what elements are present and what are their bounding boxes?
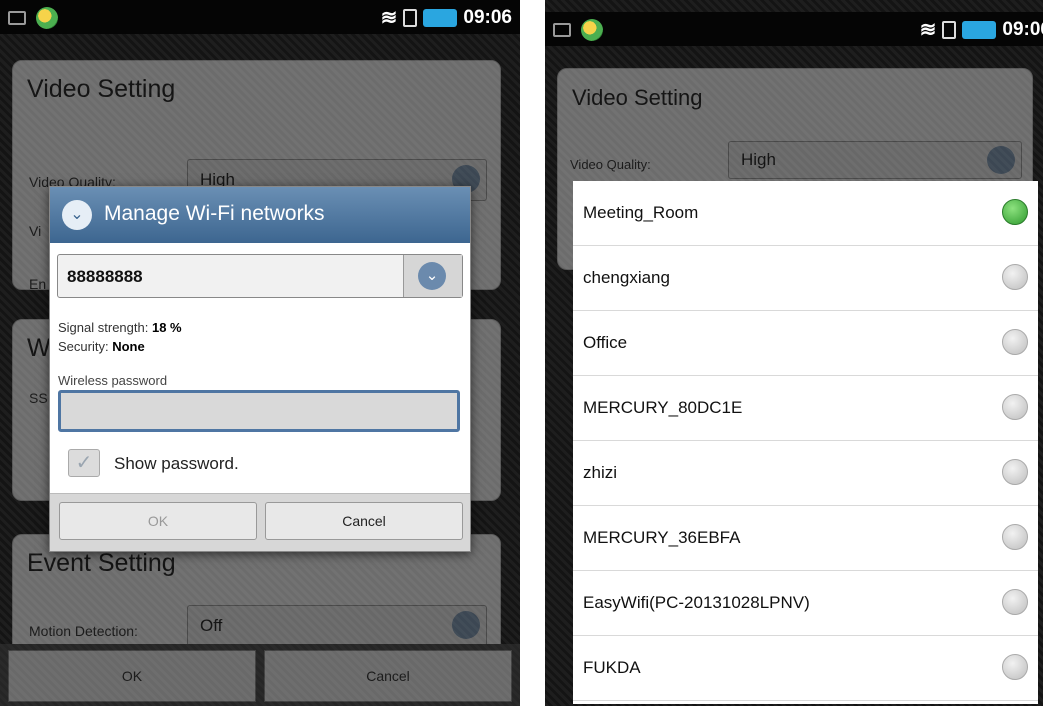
show-password-label: Show password.: [114, 454, 239, 473]
app-icon: [581, 19, 603, 41]
network-name: zhizi: [583, 463, 618, 482]
status-bar: ≋ 09:06: [545, 12, 1043, 46]
network-list-item[interactable]: chengxiang: [573, 246, 1038, 311]
video-quality-label: Video Quality:: [570, 157, 651, 172]
row-label: En: [29, 276, 47, 292]
motion-detection-select[interactable]: Off: [187, 605, 487, 647]
network-list-item[interactable]: MERCURY_36EBFA: [573, 506, 1038, 571]
network-dropdown-button[interactable]: ⌄: [403, 255, 462, 297]
network-list-item[interactable]: Meeting_Room: [573, 181, 1038, 246]
network-list: Meeting_Room chengxiang Office MERCURY_80DC…: [573, 181, 1038, 704]
radio-icon[interactable]: [1002, 264, 1028, 290]
dialog-footer: OK Cancel: [50, 493, 470, 551]
network-name: EasyWifi(PC-20131028LPNV): [583, 593, 810, 612]
card-title: Video Setting: [572, 85, 703, 110]
wifi-icon: ≋: [380, 7, 398, 29]
network-name: Office: [583, 333, 628, 352]
row-label: SS: [29, 390, 48, 406]
app-icon: [36, 7, 58, 29]
network-name: MERCURY_80DC1E: [583, 398, 743, 417]
sd-card-icon: [8, 11, 26, 25]
bottom-bar: OK Cancel: [0, 644, 520, 706]
video-quality-select[interactable]: High: [728, 141, 1022, 179]
password-input[interactable]: [58, 390, 460, 432]
battery-icon: [962, 20, 997, 39]
dialog-ok-button[interactable]: OK: [59, 502, 257, 540]
radio-icon[interactable]: [1002, 524, 1028, 550]
network-name: FUKDA: [583, 658, 641, 677]
dialog-cancel-button[interactable]: Cancel: [265, 502, 463, 540]
radio-icon[interactable]: [1002, 394, 1028, 420]
network-name: chengxiang: [583, 268, 670, 287]
radio-icon[interactable]: [1002, 654, 1028, 680]
network-list-item[interactable]: zhizi: [573, 441, 1038, 506]
radio-icon[interactable]: [1002, 329, 1028, 355]
network-name: Meeting_Room: [583, 203, 699, 222]
status-time: 09:06: [463, 6, 512, 28]
cancel-button[interactable]: Cancel: [264, 650, 512, 702]
card-title: Video Setting: [27, 75, 176, 103]
row-label: Vi: [29, 223, 42, 239]
security: Security: None: [58, 339, 145, 354]
status-bar: ≋ 09:06: [0, 0, 520, 34]
battery-icon: [423, 8, 458, 27]
chevron-down-icon: ⌄: [418, 262, 446, 290]
radio-icon[interactable]: [1002, 589, 1028, 615]
dialog-title: Manage Wi-Fi networks: [104, 202, 325, 225]
manage-wifi-dialog: ⌄ Manage Wi-Fi networks 88888888 ⌄ Signa…: [49, 186, 471, 552]
card-title: Event Setting: [27, 549, 176, 577]
selected-network: 88888888: [67, 267, 143, 286]
chevron-down-icon: [452, 611, 480, 639]
network-select[interactable]: 88888888 ⌄: [57, 254, 463, 298]
radio-icon[interactable]: [1002, 199, 1028, 225]
dialog-header: ⌄ Manage Wi-Fi networks: [50, 187, 470, 243]
vibrate-icon: [403, 8, 418, 27]
radio-icon[interactable]: [1002, 459, 1028, 485]
signal-strength: Signal strength: 18 %: [58, 320, 182, 335]
network-list-item[interactable]: EasyWifi(PC-20131028LPNV): [573, 571, 1038, 636]
card-title: W: [27, 334, 51, 362]
motion-detection-label: Motion Detection:: [29, 623, 138, 639]
chevron-down-icon: ⌄: [62, 200, 92, 230]
network-list-item[interactable]: FUKDA: [573, 636, 1038, 701]
phone-screen-left: ≋ 09:06 Video Setting Video Quality: Hig…: [0, 0, 520, 706]
ok-button[interactable]: OK: [8, 650, 256, 702]
vibrate-icon: [942, 20, 957, 39]
wifi-icon: ≋: [919, 19, 937, 41]
show-password-checkbox[interactable]: ✓: [68, 449, 100, 477]
network-name: MERCURY_36EBFA: [583, 528, 741, 547]
chevron-down-icon: [987, 146, 1015, 174]
status-time: 09:06: [1002, 18, 1043, 40]
password-label: Wireless password: [58, 373, 168, 388]
network-list-item[interactable]: Office: [573, 311, 1038, 376]
phone-screen-right: ≋ 09:06 Video Setting Video Quality: Hig…: [545, 0, 1043, 706]
network-list-item[interactable]: MERCURY_80DC1E: [573, 376, 1038, 441]
sd-card-icon: [553, 23, 571, 37]
